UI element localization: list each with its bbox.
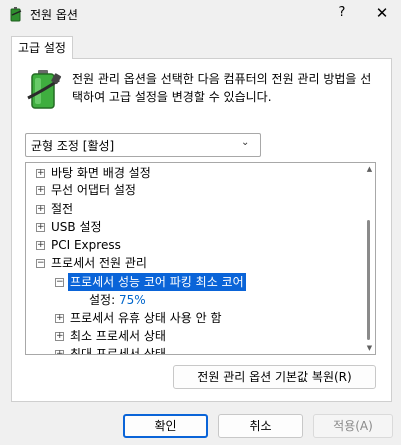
expand-icon[interactable]: + [36, 169, 45, 178]
expand-icon[interactable]: + [36, 186, 45, 195]
expand-icon[interactable]: + [55, 350, 64, 354]
expand-icon[interactable]: + [55, 332, 64, 341]
expand-icon[interactable]: + [36, 241, 45, 250]
expand-icon[interactable]: + [36, 205, 45, 214]
settings-tree[interactable]: + 바탕 화면 배경 설정 + 무선 어댑터 설정 + 절전 + USB 설정 … [25, 162, 376, 355]
scroll-down-icon[interactable]: ▼ [364, 342, 375, 354]
scroll-up-icon[interactable]: ▲ [364, 163, 375, 175]
chevron-down-icon: ⌄ [241, 137, 250, 148]
restore-defaults-button[interactable]: 전원 관리 옵션 기본값 복원(R) [173, 365, 376, 389]
tab-advanced-settings[interactable]: 고급 설정 [11, 36, 73, 59]
tree-item-setting-value[interactable]: 설정: 75% [89, 291, 146, 309]
ok-button[interactable]: 확인 [123, 414, 208, 438]
window-title: 전원 옵션 [30, 8, 78, 22]
expand-icon[interactable]: + [55, 314, 64, 323]
description-text: 전원 관리 옵션을 선택한 다음 컴퓨터의 전원 관리 방법을 선택하여 고급 … [72, 72, 372, 104]
close-button[interactable]: ✕ [368, 2, 396, 24]
power-options-icon [10, 7, 22, 22]
expand-icon[interactable]: + [36, 223, 45, 232]
collapse-icon[interactable]: − [55, 278, 64, 287]
collapse-icon[interactable]: − [36, 259, 45, 268]
power-plan-selected: 균형 조정 [활성] [31, 139, 115, 153]
scroll-thumb[interactable] [367, 220, 370, 340]
apply-button[interactable]: 적용(A) [313, 414, 393, 438]
battery-plug-icon [27, 70, 62, 109]
help-button[interactable]: ? [330, 2, 354, 24]
selected-item-label: 프로세서 성능 코어 파킹 최소 코어 [68, 273, 246, 291]
setting-value[interactable]: 75% [119, 293, 146, 307]
cancel-button[interactable]: 취소 [218, 414, 303, 438]
